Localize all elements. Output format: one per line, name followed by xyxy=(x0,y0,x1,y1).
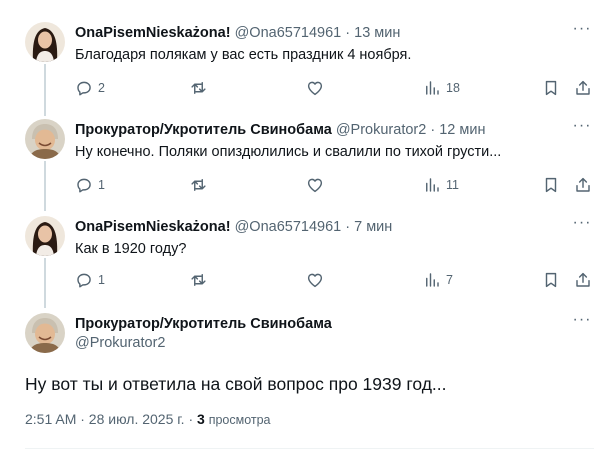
tweet-timestamp[interactable]: 2:51 AM · 28 июл. 2025 г. · xyxy=(25,411,193,427)
tweet-time[interactable]: 7 мин xyxy=(354,219,392,235)
separator-dot: · xyxy=(345,219,351,235)
tweet-actions: 2 18 xyxy=(75,78,595,98)
retweet-button[interactable] xyxy=(189,78,213,98)
share-icon xyxy=(576,177,590,192)
views-icon xyxy=(426,273,439,287)
reply-count: 1 xyxy=(98,273,105,287)
retweet-icon xyxy=(191,274,206,286)
share-button[interactable] xyxy=(574,270,592,290)
avatar[interactable] xyxy=(25,22,65,62)
bookmark-button[interactable] xyxy=(542,270,560,290)
author-handle[interactable]: @Prokurator2 xyxy=(75,335,165,351)
share-button[interactable] xyxy=(574,78,592,98)
tweet-footer: 2:51 AM · 28 июл. 2025 г. · 3 просмотра xyxy=(25,411,271,427)
reply-button[interactable]: 1 xyxy=(75,175,105,195)
author-handle[interactable]: @Prokurator2 xyxy=(336,122,426,138)
tweet-header: OnaPisemNieskażona! @Ona65714961 · 7 мин xyxy=(75,218,392,236)
reply-tweet[interactable]: OnaPisemNieskażona! @Ona65714961 · 13 ми… xyxy=(0,21,614,102)
retweet-button[interactable] xyxy=(189,270,213,290)
views-count: 7 xyxy=(446,273,453,287)
separator-dot: · xyxy=(345,25,351,41)
tweet-actions: 1 11 xyxy=(75,175,595,195)
bookmark-icon xyxy=(545,272,557,288)
reply-button[interactable]: 1 xyxy=(75,270,105,290)
reply-button[interactable]: 2 xyxy=(75,78,105,98)
heart-icon xyxy=(307,273,323,288)
reply-tweet[interactable]: Прокуратор/Укротитель Свинобама @Prokura… xyxy=(0,118,614,199)
tweet-text: Ну вот ты и ответила на свой вопрос про … xyxy=(25,374,447,394)
tweet-text: Ну конечно. Поляки опиздюлились и свалил… xyxy=(75,144,502,160)
views-count: 3 xyxy=(197,411,205,427)
avatar[interactable] xyxy=(25,119,65,159)
views-button[interactable]: 18 xyxy=(423,78,460,98)
tweet-header: Прокуратор/Укротитель Свинобама @Prokura… xyxy=(75,121,485,139)
reply-icon xyxy=(77,178,91,193)
author-handle[interactable]: @Ona65714961 xyxy=(235,25,342,41)
avatar[interactable] xyxy=(25,313,65,353)
more-options-icon[interactable]: ··· xyxy=(572,312,592,331)
avatar[interactable] xyxy=(25,216,65,256)
author-name[interactable]: Прокуратор/Укротитель Свинобама xyxy=(75,316,332,332)
tweet-text: Как в 1920 году? xyxy=(75,241,187,257)
bookmark-icon xyxy=(545,177,557,193)
author-name[interactable]: OnaPisemNieskażona! xyxy=(75,219,231,235)
separator-dot: · xyxy=(430,122,436,138)
more-options-icon[interactable]: ··· xyxy=(572,118,592,137)
tweet-actions: 1 7 xyxy=(75,270,595,290)
like-button[interactable] xyxy=(306,175,329,195)
retweet-icon xyxy=(191,179,206,191)
more-options-icon[interactable]: ··· xyxy=(572,215,592,234)
views-button[interactable]: 11 xyxy=(423,175,459,195)
divider xyxy=(25,448,594,449)
views-icon xyxy=(426,81,439,95)
heart-icon xyxy=(307,178,323,193)
views-count: 11 xyxy=(446,178,459,192)
views-label: просмотра xyxy=(208,413,271,427)
reply-icon xyxy=(77,273,91,288)
tweet-header: OnaPisemNieskażona! @Ona65714961 · 13 ми… xyxy=(75,24,400,42)
tweet-header: Прокуратор/Укротитель Свинобама xyxy=(75,315,332,333)
reply-count: 2 xyxy=(98,81,105,95)
reply-tweet[interactable]: OnaPisemNieskażona! @Ona65714961 · 7 мин… xyxy=(0,215,614,296)
retweet-icon xyxy=(191,82,206,94)
like-button[interactable] xyxy=(306,270,329,290)
main-tweet[interactable]: Прокуратор/Укротитель Свинобама @Prokura… xyxy=(0,312,614,448)
bookmark-button[interactable] xyxy=(542,78,560,98)
reply-icon xyxy=(77,81,91,96)
more-options-icon[interactable]: ··· xyxy=(572,21,592,40)
retweet-button[interactable] xyxy=(189,175,213,195)
tweet-time[interactable]: 12 мин xyxy=(439,122,485,138)
bookmark-icon xyxy=(545,80,557,96)
bookmark-button[interactable] xyxy=(542,175,560,195)
share-icon xyxy=(576,272,590,287)
reply-count: 1 xyxy=(98,178,105,192)
views-count: 18 xyxy=(446,81,460,95)
author-handle[interactable]: @Ona65714961 xyxy=(235,219,342,235)
views-icon xyxy=(426,178,439,192)
share-icon xyxy=(576,80,590,95)
like-button[interactable] xyxy=(306,78,329,98)
views-button[interactable]: 7 xyxy=(423,270,453,290)
author-name[interactable]: OnaPisemNieskażona! xyxy=(75,25,231,41)
heart-icon xyxy=(307,81,323,96)
share-button[interactable] xyxy=(574,175,592,195)
author-name[interactable]: Прокуратор/Укротитель Свинобама xyxy=(75,122,332,138)
tweet-time[interactable]: 13 мин xyxy=(354,25,400,41)
tweet-text: Благодаря полякам у вас есть праздник 4 … xyxy=(75,47,412,63)
